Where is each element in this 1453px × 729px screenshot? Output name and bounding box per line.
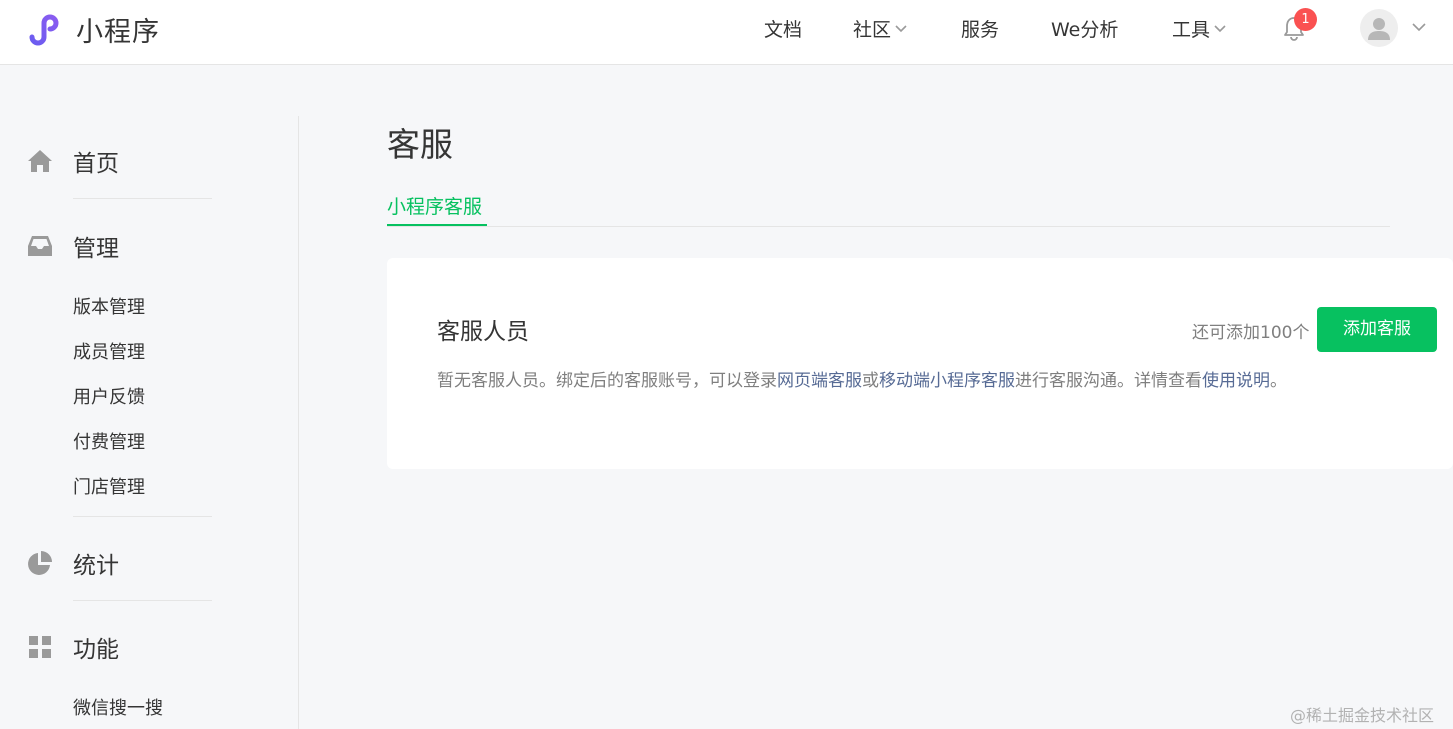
active-tab-indicator: [387, 224, 487, 226]
avatar-icon: [1368, 18, 1390, 40]
nav-community-label: 社区: [853, 18, 892, 41]
nav-docs-label: 文档: [764, 18, 803, 41]
nav-tools-label: 工具: [1172, 18, 1211, 41]
sidebar-item-label: 管理: [73, 236, 119, 262]
card-title: 客服人员: [437, 319, 529, 345]
app-logo[interactable]: 小程序: [26, 9, 160, 49]
sidebar-item-manage[interactable]: 管理: [26, 229, 119, 263]
sidebar-item-user-feedback[interactable]: 用户反馈: [73, 383, 145, 409]
page-title: 客服: [387, 125, 453, 164]
grid-icon: [29, 636, 51, 658]
usage-instructions-link[interactable]: 使用说明: [1202, 371, 1270, 391]
nav-we-analytics[interactable]: We分析: [1051, 0, 1118, 56]
pie-chart-icon: [28, 551, 52, 575]
add-customer-service-button[interactable]: 添加客服: [1317, 307, 1437, 352]
sidebar-divider: [73, 516, 212, 517]
chevron-down-icon: [895, 25, 907, 33]
desc-text: 进行客服沟通。详情查看: [1015, 371, 1202, 391]
desc-text: 暂无客服人员。绑定后的客服账号，可以登录: [437, 371, 777, 391]
quota-text: 还可添加100个: [1192, 323, 1310, 343]
desc-text: 或: [862, 371, 879, 391]
customer-service-card: [387, 258, 1453, 469]
nav-community[interactable]: 社区: [853, 0, 909, 56]
sidebar-item-label: 功能: [73, 637, 119, 663]
top-navigation-bar: 小程序 文档 社区 服务 We分析 工具 1: [0, 0, 1453, 65]
app-name: 小程序: [76, 16, 160, 48]
watermark: @稀土掘金技术社区: [1290, 706, 1435, 725]
desc-text: 。: [1270, 371, 1287, 391]
avatar[interactable]: [1360, 9, 1398, 47]
chevron-down-icon: [1214, 25, 1226, 33]
sidebar-divider: [73, 600, 212, 601]
nav-services-label: 服务: [961, 18, 1000, 41]
sidebar-item-payment-management[interactable]: 付费管理: [73, 428, 145, 454]
nav-tools[interactable]: 工具: [1172, 0, 1228, 56]
logo-icon: [29, 14, 59, 46]
sidebar-item-home[interactable]: 首页: [26, 144, 119, 178]
nav-docs[interactable]: 文档: [764, 0, 802, 56]
nav-services[interactable]: 服务: [961, 0, 999, 56]
sidebar-item-statistics[interactable]: 统计: [26, 546, 119, 580]
tab-miniprogram-customer-service[interactable]: 小程序客服: [387, 192, 482, 219]
nav-we-analytics-label: We分析: [1051, 18, 1119, 41]
tab-bar-divider: [387, 226, 1390, 227]
notification-badge: 1: [1294, 8, 1317, 31]
sidebar-item-label: 统计: [73, 553, 119, 579]
sidebar-divider: [298, 116, 299, 729]
sidebar-item-wechat-search[interactable]: 微信搜一搜: [73, 694, 163, 720]
home-icon: [28, 150, 52, 172]
sidebar-item-member-management[interactable]: 成员管理: [73, 338, 145, 364]
inbox-icon: [28, 236, 52, 256]
web-customer-service-link[interactable]: 网页端客服: [777, 371, 862, 391]
card-description: 暂无客服人员。绑定后的客服账号，可以登录网页端客服或移动端小程序客服进行客服沟通…: [437, 366, 1287, 391]
sidebar-item-label: 首页: [73, 151, 119, 177]
sidebar-item-store-management[interactable]: 门店管理: [73, 473, 145, 499]
mobile-customer-service-link[interactable]: 移动端小程序客服: [879, 371, 1015, 391]
sidebar-divider: [73, 198, 212, 199]
sidebar-item-version-management[interactable]: 版本管理: [73, 293, 145, 319]
account-menu-chevron-icon[interactable]: [1410, 18, 1428, 36]
sidebar-item-features[interactable]: 功能: [26, 630, 119, 664]
